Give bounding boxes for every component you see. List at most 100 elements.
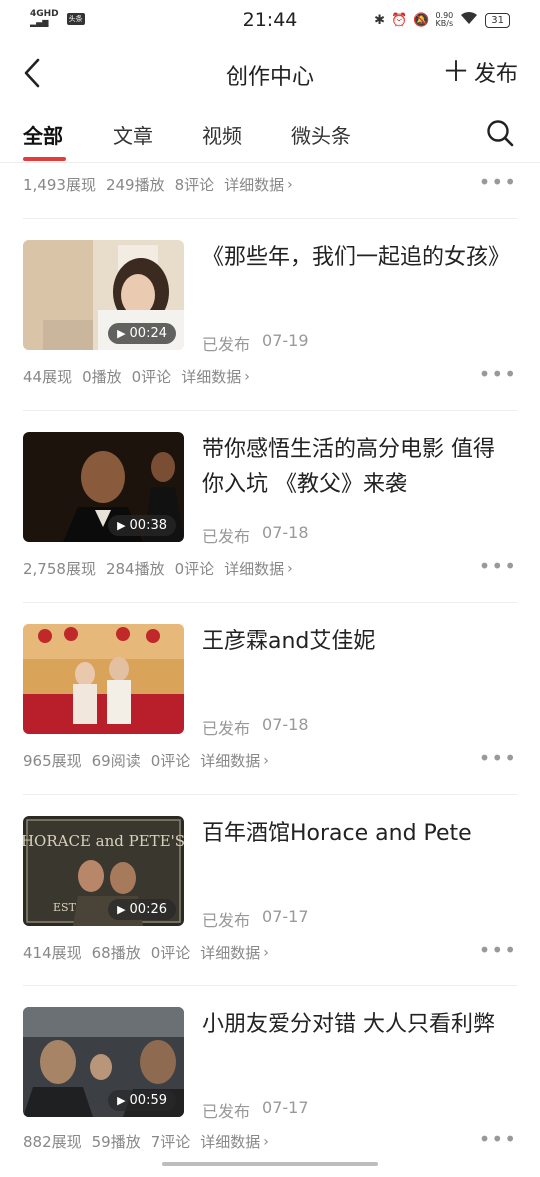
item-stats: 414展现 68播放 0评论 详细数据 › — [23, 942, 269, 963]
views-count: 882展现 — [23, 1133, 82, 1151]
views-count: 414展现 — [23, 944, 82, 962]
item-stats: 2,758展现 284播放 0评论 详细数据 › — [23, 558, 293, 579]
more-options-button[interactable]: ••• — [479, 554, 517, 578]
item-title[interactable]: 王彦霖and艾佳妮 — [202, 624, 507, 659]
play-icon: ▶ — [117, 903, 126, 916]
detail-data-link[interactable]: 详细数据 › — [224, 558, 293, 579]
top-nav-bar: 创作中心 ＋ 发布 — [0, 42, 540, 104]
comments-count: 8评论 — [174, 176, 215, 194]
detail-data-link[interactable]: 详细数据 › — [200, 750, 269, 771]
publish-label: 发布 — [473, 62, 518, 87]
video-thumbnail[interactable]: HORACE and PETE'S EST ▶ 00:26 — [23, 816, 184, 926]
publish-status: 已发布 07-18 — [202, 715, 309, 738]
list-item: ▶ 00:24 《那些年，我们一起追的女孩》 已发布 07-19 44展现 0播放 … — [0, 218, 540, 410]
item-stats: 1,493展现 249播放 8评论 详细数据 › — [23, 174, 293, 195]
divider — [23, 794, 517, 795]
chevron-right-icon: › — [287, 560, 293, 577]
item-title[interactable]: 百年酒馆Horace and Pete — [202, 816, 507, 851]
sign-est: EST — [53, 901, 77, 914]
reads-count: 69阅读 — [91, 752, 141, 770]
duration-badge: ▶ 00:24 — [108, 323, 176, 344]
views-count: 2,758展现 — [23, 560, 96, 578]
plays-count: 0播放 — [82, 368, 122, 386]
views-count: 44展现 — [23, 368, 73, 386]
wedding-photo-thumbnail — [23, 624, 184, 734]
chevron-right-icon: › — [263, 752, 269, 769]
more-options-button[interactable]: ••• — [479, 170, 517, 194]
tab-all[interactable]: 全部 — [23, 120, 63, 149]
video-thumbnail[interactable]: ▶ 00:24 — [23, 240, 184, 350]
video-thumbnail[interactable]: ▶ 00:59 — [23, 1007, 184, 1117]
chevron-right-icon: › — [244, 368, 250, 385]
duration-badge: ▶ 00:59 — [108, 1090, 176, 1111]
tab-micro-posts[interactable]: 微头条 — [291, 120, 351, 149]
publish-status: 已发布 07-19 — [202, 331, 309, 354]
plays-count: 68播放 — [91, 944, 141, 962]
bluetooth-icon: ✱ — [374, 12, 386, 28]
comments-count: 0评论 — [131, 368, 172, 386]
status-bar: 4GHD ▂▄▆ 头条 21:44 ✱ ⏰ 🔕 0.90 KB/s 31 — [0, 0, 540, 42]
article-thumbnail[interactable] — [23, 624, 184, 734]
search-button[interactable] — [486, 119, 514, 147]
battery-indicator: 31 — [485, 12, 510, 28]
publish-button[interactable]: ＋ 发布 — [442, 56, 518, 88]
item-title[interactable]: 带你感悟生活的高分电影 值得你入坑 《教父》来袭 — [202, 432, 507, 502]
item-stats: 44展现 0播放 0评论 详细数据 › — [23, 366, 250, 387]
video-thumbnail[interactable]: ▶ 00:38 — [23, 432, 184, 542]
duration-badge: ▶ 00:38 — [108, 515, 176, 536]
publish-status: 已发布 07-17 — [202, 907, 309, 930]
play-icon: ▶ — [117, 327, 126, 340]
alarm-icon: ⏰ — [391, 12, 408, 28]
detail-data-link[interactable]: 详细数据 › — [200, 942, 269, 963]
item-title[interactable]: 《那些年，我们一起追的女孩》 — [202, 240, 510, 275]
comments-count: 0评论 — [174, 560, 215, 578]
mute-icon: 🔕 — [413, 12, 430, 28]
back-arrow-icon — [24, 58, 40, 88]
comments-count: 7评论 — [150, 1133, 191, 1151]
comments-count: 0评论 — [150, 752, 191, 770]
chevron-right-icon: › — [287, 176, 293, 193]
item-title[interactable]: 小朋友爱分对错 大人只看利弊 — [202, 1007, 507, 1042]
play-icon: ▶ — [117, 519, 126, 532]
wifi-icon — [459, 10, 479, 30]
item-stats: 882展现 59播放 7评论 详细数据 › — [23, 1131, 269, 1152]
duration-badge: ▶ 00:26 — [108, 899, 176, 920]
list-item: 王彦霖and艾佳妮 已发布 07-18 965展现 69阅读 0评论 详细数据 › … — [0, 602, 540, 794]
more-options-button[interactable]: ••• — [479, 938, 517, 962]
plays-count: 249播放 — [105, 176, 165, 194]
plays-count: 59播放 — [91, 1133, 141, 1151]
detail-data-link[interactable]: 详细数据 › — [200, 1131, 269, 1152]
plays-count: 284播放 — [105, 560, 165, 578]
divider — [23, 985, 517, 986]
divider — [23, 218, 517, 219]
divider — [23, 410, 517, 411]
active-tab-indicator — [23, 157, 66, 161]
sign-text: HORACE and PETE'S — [23, 832, 184, 850]
home-indicator[interactable] — [162, 1162, 378, 1166]
publish-status: 已发布 07-17 — [202, 1098, 309, 1121]
more-options-button[interactable]: ••• — [479, 1127, 517, 1151]
chevron-right-icon: › — [263, 1133, 269, 1150]
back-button[interactable] — [18, 56, 50, 90]
tab-videos[interactable]: 视频 — [202, 120, 242, 149]
list-item: ▶ 00:38 带你感悟生活的高分电影 值得你入坑 《教父》来袭 已发布 07-18… — [0, 410, 540, 602]
list-item: ▶ 00:59 小朋友爱分对错 大人只看利弊 已发布 07-17 882展现 59播… — [0, 985, 540, 1177]
network-speed: 0.90 KB/s — [435, 11, 454, 28]
play-icon: ▶ — [117, 1094, 126, 1107]
divider — [23, 602, 517, 603]
chevron-right-icon: › — [263, 944, 269, 961]
list-item: HORACE and PETE'S EST ▶ 00:26 百年酒馆Horace … — [0, 794, 540, 986]
more-options-button[interactable]: ••• — [479, 746, 517, 770]
more-options-button[interactable]: ••• — [479, 362, 517, 386]
views-count: 1,493展现 — [23, 176, 96, 194]
detail-data-link[interactable]: 详细数据 › — [224, 174, 293, 195]
plus-icon: ＋ — [441, 55, 470, 88]
tab-articles[interactable]: 文章 — [113, 120, 153, 149]
publish-status: 已发布 07-18 — [202, 523, 309, 546]
item-stats: 965展现 69阅读 0评论 详细数据 › — [23, 750, 269, 771]
detail-data-link[interactable]: 详细数据 › — [181, 366, 250, 387]
content-tabs: 全部 文章 视频 微头条 — [0, 104, 540, 163]
search-icon — [487, 120, 514, 147]
comments-count: 0评论 — [150, 944, 191, 962]
views-count: 965展现 — [23, 752, 82, 770]
